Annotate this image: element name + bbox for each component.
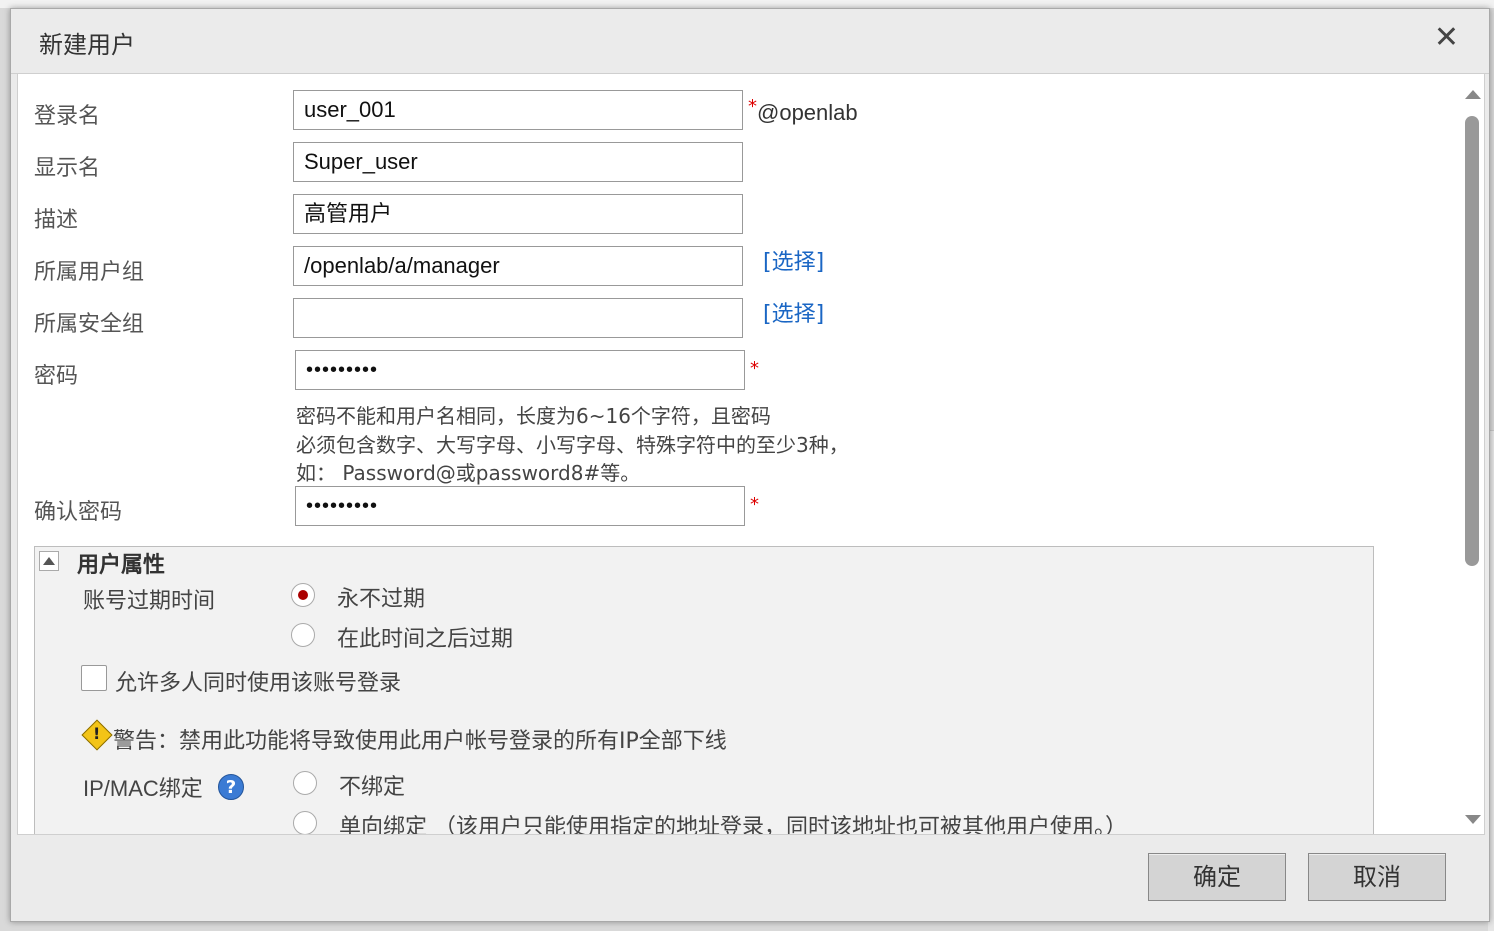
one-way-binding-radio[interactable] xyxy=(293,811,317,834)
scroll-down-icon[interactable] xyxy=(1465,815,1481,824)
password-label: 密码 xyxy=(34,364,79,389)
password-hint-line: 如： Password@或password8#等。 xyxy=(296,461,641,485)
multi-login-label: 允许多人同时使用该账号登录 xyxy=(115,671,402,696)
login-name-input[interactable]: user_001 xyxy=(293,90,743,130)
password-hint-line: 必须包含数字、大写字母、小写字母、特殊字符中的至少3种， xyxy=(296,432,849,457)
user-group-input[interactable]: /openlab/a/manager xyxy=(293,246,743,286)
description-label: 描述 xyxy=(34,208,79,233)
dialog-header: 新建用户 ✕ xyxy=(11,9,1489,74)
password-hint-line: 密码不能和用户名相同，长度为6~16个字符，且密码 xyxy=(296,404,771,428)
select-security-group-link[interactable]: [选择] xyxy=(763,296,824,328)
select-user-group-link[interactable]: [选择] xyxy=(763,244,824,276)
content-scrollbar[interactable] xyxy=(1460,74,1484,834)
multi-login-checkbox[interactable] xyxy=(81,665,107,691)
close-icon[interactable]: ✕ xyxy=(1434,23,1459,53)
never-expire-label: 永不过期 xyxy=(337,587,426,612)
no-binding-radio[interactable] xyxy=(293,771,317,795)
user-attributes-section: 用户属性 账号过期时间 永不过期 在此时间之后过期 允许多人同时使用该账号登录 … xyxy=(34,546,1374,835)
required-mark: * xyxy=(748,96,757,117)
dialog-title: 新建用户 xyxy=(39,31,135,59)
description-input[interactable]: 高管用户 xyxy=(293,194,743,234)
security-group-input[interactable] xyxy=(293,298,743,338)
user-group-label: 所属用户组 xyxy=(34,260,145,285)
display-name-label: 显示名 xyxy=(34,156,101,181)
expire-after-radio[interactable] xyxy=(291,623,315,647)
collapse-icon[interactable] xyxy=(39,551,59,571)
warning-icon-mark: ! xyxy=(93,724,101,743)
ok-button[interactable]: 确定 xyxy=(1148,853,1286,901)
login-name-label: 登录名 xyxy=(34,104,101,129)
scrollbar-thumb[interactable] xyxy=(1465,116,1479,566)
no-binding-label: 不绑定 xyxy=(339,775,406,800)
required-mark: * xyxy=(750,358,759,379)
cancel-button[interactable]: 取消 xyxy=(1308,853,1446,901)
background-page-top xyxy=(0,0,1494,8)
help-icon[interactable]: ? xyxy=(218,774,244,800)
confirm-password-label: 确认密码 xyxy=(34,500,123,525)
required-mark: * xyxy=(750,494,759,515)
password-input[interactable]: ••••••••• xyxy=(295,350,745,390)
warning-text: 警告：禁用此功能将导致使用此用户帐号登录的所有IP全部下线 xyxy=(113,729,727,754)
expire-label: 账号过期时间 xyxy=(83,589,216,614)
display-name-input[interactable]: Super_user xyxy=(293,142,743,182)
new-user-dialog: 新建用户 ✕ 登录名 user_001 * @openlab 显示名 Super… xyxy=(10,8,1490,922)
domain-suffix: @openlab xyxy=(757,100,858,125)
password-hint: 密码不能和用户名相同，长度为6~16个字符，且密码 必须包含数字、大写字母、小写… xyxy=(296,402,849,488)
one-way-binding-label: 单向绑定 （该用户只能使用指定的地址登录，同时该地址也可被其他用户使用。） xyxy=(339,815,1127,835)
section-title: 用户属性 xyxy=(77,553,166,578)
expire-after-label: 在此时间之后过期 xyxy=(337,627,514,652)
never-expire-radio[interactable] xyxy=(291,583,315,607)
confirm-password-input[interactable]: ••••••••• xyxy=(295,486,745,526)
security-group-label: 所属安全组 xyxy=(34,312,145,337)
dialog-content: 登录名 user_001 * @openlab 显示名 Super_user 描… xyxy=(17,73,1485,835)
ipmac-label: IP/MAC绑定 xyxy=(83,776,203,801)
scroll-up-icon[interactable] xyxy=(1465,90,1481,99)
